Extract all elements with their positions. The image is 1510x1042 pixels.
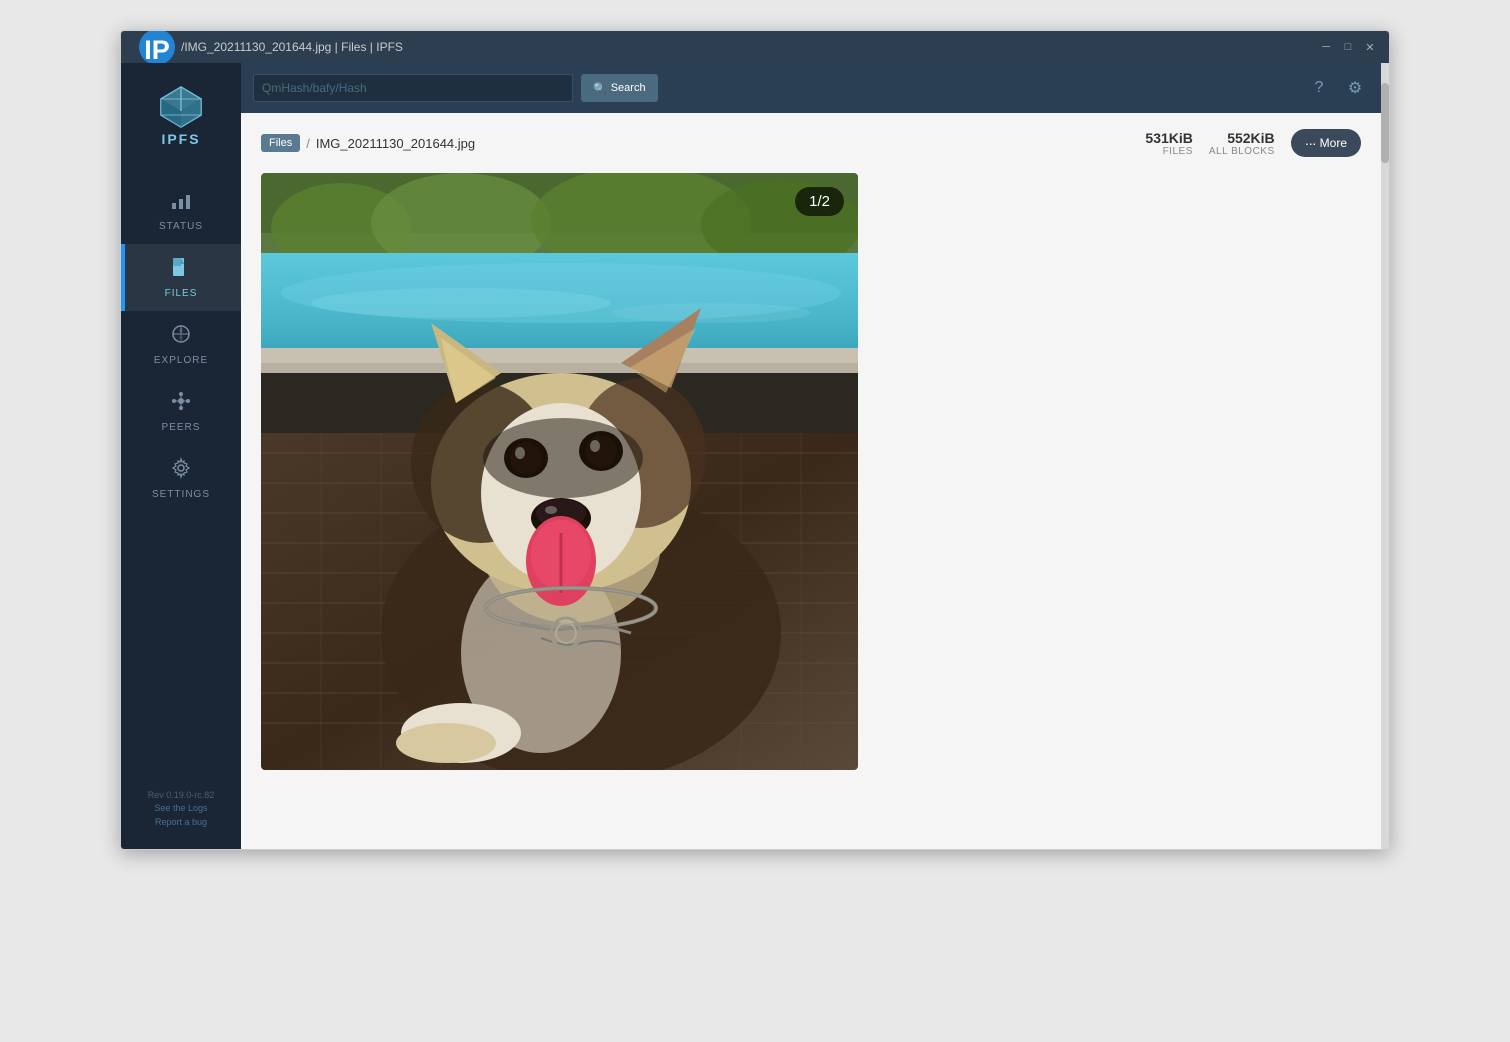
status-icon xyxy=(170,189,192,217)
window-controls: ─ □ ✕ xyxy=(1319,40,1377,54)
version-text: Rev 0.19.0-rc.82 xyxy=(148,789,215,803)
file-stats: 531KiB FILES 552KiB ALL BLOCKS ··· More xyxy=(1145,129,1361,157)
help-icon: ? xyxy=(1315,79,1324,97)
logs-link[interactable]: See the Logs xyxy=(148,802,215,816)
files-size-value: 531KiB xyxy=(1145,130,1192,146)
files-icon xyxy=(170,256,192,284)
maximize-button[interactable]: □ xyxy=(1341,40,1355,54)
dog-image xyxy=(261,173,858,770)
scrollbar-track[interactable] xyxy=(1381,63,1389,849)
search-button[interactable]: 🔍 Search xyxy=(581,74,658,102)
minimize-button[interactable]: ─ xyxy=(1319,40,1333,54)
sidebar-logo: IPFS xyxy=(147,73,215,157)
breadcrumb: Files / IMG_20211130_201644.jpg xyxy=(261,134,475,152)
report-link[interactable]: Report a bug xyxy=(148,816,215,830)
image-viewer: 1/2 xyxy=(261,173,1361,770)
peers-icon xyxy=(170,390,192,418)
title-bar-text: /IMG_20211130_201644.jpg | Files | IPFS xyxy=(181,40,1319,54)
svg-text:IP: IP xyxy=(144,35,170,65)
image-container: 1/2 xyxy=(261,173,858,770)
active-indicator xyxy=(121,244,125,311)
logo-label: IPFS xyxy=(161,131,200,147)
sidebar-item-settings[interactable]: SETTINGS xyxy=(121,445,241,512)
content-area: 🔍 Search ? ⚙ Files xyxy=(241,63,1381,849)
sidebar-item-files[interactable]: FILES xyxy=(121,244,241,311)
breadcrumb-files-link[interactable]: Files xyxy=(261,134,300,152)
files-label: FILES xyxy=(165,288,198,299)
settings-label: SETTINGS xyxy=(152,489,210,500)
close-button[interactable]: ✕ xyxy=(1363,40,1377,54)
status-label: STATUS xyxy=(159,221,203,232)
help-button[interactable]: ? xyxy=(1305,74,1333,102)
more-label: More xyxy=(1320,136,1347,150)
files-stat-label: FILES xyxy=(1163,146,1193,157)
top-bar-actions: ? ⚙ xyxy=(1305,74,1369,102)
more-dots-icon: ··· xyxy=(1305,135,1316,151)
main-layout: IPFS STATUS xyxy=(121,63,1389,849)
title-bar: IP /IMG_20211130_201644.jpg | Files | IP… xyxy=(121,31,1389,63)
page-content: Files / IMG_20211130_201644.jpg 531KiB F… xyxy=(241,113,1381,849)
files-stat: 531KiB FILES xyxy=(1145,130,1192,157)
settings-icon xyxy=(170,457,192,485)
explore-icon xyxy=(170,323,192,351)
blocks-stat-label: ALL BLOCKS xyxy=(1209,146,1275,157)
file-header: Files / IMG_20211130_201644.jpg 531KiB F… xyxy=(261,129,1361,157)
image-counter: 1/2 xyxy=(795,187,844,216)
peers-label: PEERS xyxy=(162,422,201,433)
explore-label: EXPLORE xyxy=(154,355,208,366)
blocks-stat: 552KiB ALL BLOCKS xyxy=(1209,130,1275,157)
top-bar: 🔍 Search ? ⚙ xyxy=(241,63,1381,113)
sidebar-item-peers[interactable]: PEERS xyxy=(121,378,241,445)
gear-icon: ⚙ xyxy=(1348,78,1362,98)
sidebar: IPFS STATUS xyxy=(121,63,241,849)
sidebar-item-explore[interactable]: EXPLORE xyxy=(121,311,241,378)
breadcrumb-current-file: IMG_20211130_201644.jpg xyxy=(316,136,475,151)
search-icon: 🔍 xyxy=(593,82,607,95)
ipfs-logo-icon xyxy=(157,83,205,131)
search-input[interactable] xyxy=(253,74,573,102)
breadcrumb-separator: / xyxy=(306,136,310,151)
more-button[interactable]: ··· More xyxy=(1291,129,1361,157)
app-window: IP /IMG_20211130_201644.jpg | Files | IP… xyxy=(120,30,1390,850)
blocks-size-value: 552KiB xyxy=(1227,130,1274,146)
scrollbar-thumb[interactable] xyxy=(1381,83,1389,163)
sidebar-item-status[interactable]: STATUS xyxy=(121,177,241,244)
global-settings-button[interactable]: ⚙ xyxy=(1341,74,1369,102)
sidebar-footer: Rev 0.19.0-rc.82 See the Logs Report a b… xyxy=(138,779,225,840)
